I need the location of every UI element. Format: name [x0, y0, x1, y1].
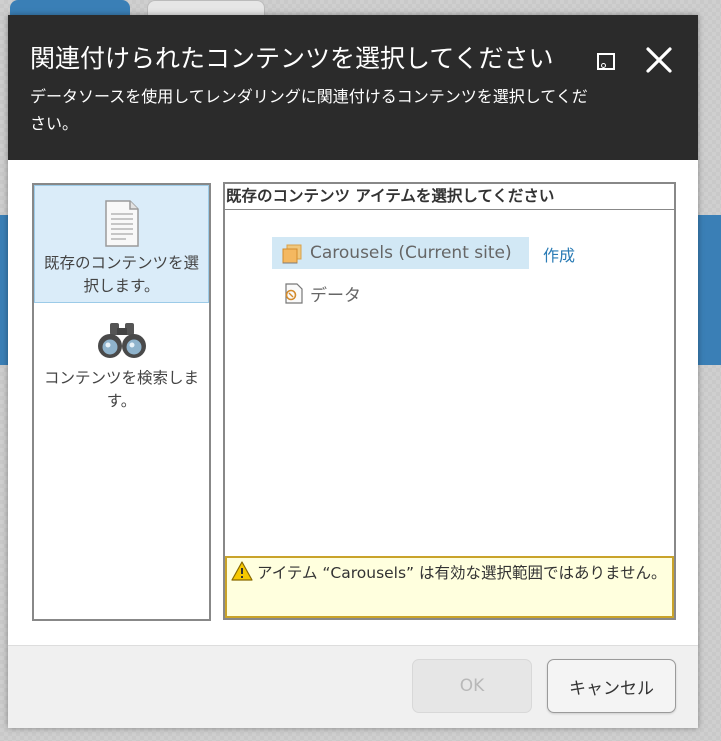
cancel-button[interactable]: キャンセル — [547, 659, 676, 713]
background-panel-right — [698, 215, 721, 365]
dialog-header: 関連付けられたコンテンツを選択してください データソースを使用してレンダリングに… — [8, 15, 698, 160]
sidebar-item-label: コンテンツを検索します。 — [43, 369, 199, 410]
background-panel-left — [0, 215, 8, 365]
document-icon — [104, 200, 139, 247]
select-content-dialog: 関連付けられたコンテンツを選択してください データソースを使用してレンダリングに… — [8, 15, 698, 728]
sidebar-item-select-existing[interactable]: 既存のコンテンツを選択します。 — [34, 185, 209, 303]
tree-item-carousels[interactable]: Carousels (Current site) — [272, 237, 529, 269]
close-icon — [646, 47, 672, 73]
tree-item-label: データ — [310, 285, 361, 306]
sidebar: 既存のコンテンツを選択します。 コンテンツを検索します。 — [32, 183, 211, 621]
tree-item-data[interactable]: データ — [272, 277, 392, 309]
maximize-button[interactable] — [594, 49, 618, 73]
create-link[interactable]: 作成 — [543, 242, 575, 266]
tree-item-label: Carousels (Current site) — [310, 243, 512, 263]
dialog-body: 既存のコンテンツを選択します。 コンテンツを検索します。 既存のコンテンツ アイ… — [8, 160, 698, 645]
sidebar-item-search[interactable]: コンテンツを検索します。 — [34, 309, 209, 429]
carousel-folder-icon — [282, 244, 302, 264]
dialog-subtitle: データソースを使用してレンダリングに関連付けるコンテンツを選択してください。 — [30, 87, 588, 133]
dialog-title: 関連付けられたコンテンツを選択してください — [30, 44, 554, 73]
ok-button[interactable]: OK — [412, 659, 532, 713]
data-folder-icon — [285, 283, 303, 304]
sidebar-item-label: 既存のコンテンツを選択します。 — [43, 254, 199, 295]
warning-icon — [231, 561, 253, 581]
warning-text: アイテム “Carousels” は有効な選択範囲ではありません。 — [257, 564, 667, 582]
content-panel: 既存のコンテンツ アイテムを選択してください Carousels (Curren… — [223, 182, 676, 620]
close-button[interactable] — [644, 45, 674, 75]
validation-warning: アイテム “Carousels” は有効な選択範囲ではありません。 — [225, 556, 674, 618]
dialog-footer: OK キャンセル — [8, 645, 698, 728]
binoculars-icon — [97, 323, 146, 358]
content-panel-title: 既存のコンテンツ アイテムを選択してください — [225, 184, 674, 210]
